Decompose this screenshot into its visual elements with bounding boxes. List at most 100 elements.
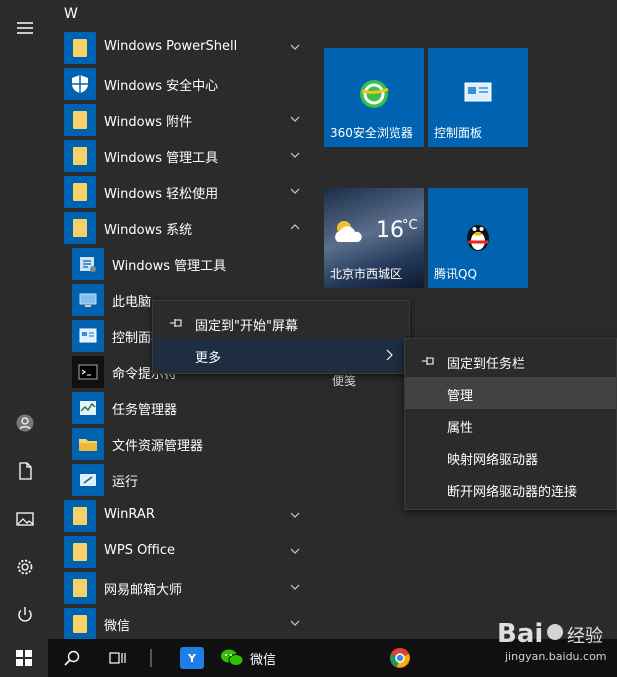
app-item-label: Windows 管理工具 [104,151,219,166]
menu-item-more[interactable]: 更多 [153,339,409,371]
control-panel-icon [464,82,492,102]
power-button[interactable] [0,595,50,635]
admin-tools-icon [72,248,104,280]
app-item-label: Windows PowerShell [104,39,238,54]
documents-button[interactable] [0,451,50,491]
menu-item-label: 管理 [447,389,474,404]
user-button[interactable] [0,403,50,443]
pictures-icon [16,512,34,526]
settings-icon [17,559,33,575]
menu-item-manage[interactable]: 管理 [405,377,616,409]
task-view-icon [109,652,126,664]
chevron-down-icon [290,584,300,590]
app-item-accessories[interactable]: Windows 附件 [50,102,312,138]
app-item-label: Windows 轻松使用 [104,187,219,202]
chevron-right-icon [386,349,393,361]
app-item-task-manager[interactable]: 任务管理器 [50,390,312,426]
chrome-icon [390,648,410,668]
app-item-label: 微信 [104,619,131,634]
menu-item-label: 映射网络驱动器 [447,453,539,468]
tile-360-browser[interactable]: 360安全浏览器 [324,48,424,147]
pin-icon [422,357,434,365]
shield-icon [64,68,96,100]
menu-item-pin-taskbar[interactable]: 固定到任务栏 [405,345,616,377]
chevron-down-icon [290,44,300,50]
app-item-label: Windows 安全中心 [104,79,219,94]
baidu-jingyan-watermark: Bai 经验 jingyan.baidu.com [497,619,607,663]
chevron-down-icon [290,188,300,194]
run-icon [72,464,104,496]
app-item-label: 任务管理器 [112,403,178,418]
menu-item-disconnect-drive[interactable]: 断开网络驱动器的连接 [405,473,616,505]
windows-logo-icon [16,650,32,666]
tile-sticky-notes-label[interactable]: 便笺 [332,372,356,389]
app-item-powershell[interactable]: Windows PowerShell [50,30,312,66]
menu-item-properties[interactable]: 属性 [405,409,616,441]
app-item-wechat[interactable]: 微信 [50,606,312,642]
folder-icon [64,32,96,64]
tile-label: 腾讯QQ [434,267,477,281]
settings-button[interactable] [0,547,50,587]
tile-weather[interactable]: 16 °C 北京市西城区 [324,188,424,288]
app-item-admin-tools-folder[interactable]: Windows 管理工具 [50,138,312,174]
menu-item-map-drive[interactable]: 映射网络驱动器 [405,441,616,473]
document-icon [19,462,32,480]
chevron-down-icon [290,116,300,122]
tile-qq[interactable]: 腾讯QQ [428,188,528,288]
menu-item-label: 更多 [195,351,222,366]
task-view-button[interactable] [98,639,138,677]
app-item-file-explorer[interactable]: 文件资源管理器 [50,426,312,462]
task-manager-icon [72,392,104,424]
control-panel-icon [72,320,104,352]
folder-icon [64,536,96,568]
app-item-label: Windows 附件 [104,115,193,130]
app-item-admin-tools[interactable]: Windows 管理工具 [50,246,312,282]
svg-text:经验: 经验 [567,626,603,647]
chevron-down-icon [290,152,300,158]
app-item-label: WPS Office [104,543,176,558]
menu-item-label: 固定到"开始"屏幕 [195,319,298,334]
tile-label: 360安全浏览器 [330,126,413,140]
app-item-winrar[interactable]: WinRAR [50,498,312,534]
taskbar-app-label: 微信 [250,652,277,668]
weather-city: 北京市西城区 [330,267,403,281]
power-icon [18,607,32,622]
app-item-ease-of-access[interactable]: Windows 轻松使用 [50,174,312,210]
pictures-button[interactable] [0,499,50,539]
hamburger-button[interactable] [0,8,50,48]
menu-item-pin-start[interactable]: 固定到"开始"屏幕 [153,307,409,339]
submenu-more: 固定到任务栏 管理 属性 映射网络驱动器 断开网络驱动器的连接 [404,338,617,510]
taskbar-app-yc[interactable]: Y [174,639,210,677]
app-item-label: Windows 管理工具 [112,259,227,274]
weather-unit: °C [402,218,418,233]
folder-icon [64,608,96,640]
app-item-netease-mail[interactable]: 网易邮箱大师 [50,570,312,606]
menu-item-label: 固定到任务栏 [447,357,526,372]
search-icon [64,650,80,666]
app-item-windows-system[interactable]: Windows 系统 [50,210,312,246]
chevron-down-icon [290,620,300,626]
computer-icon [72,284,104,316]
taskbar-separator [150,649,152,667]
search-button[interactable] [52,639,92,677]
start-button[interactable] [0,639,48,677]
yc-app-icon: Y [180,647,204,669]
folder-icon [64,500,96,532]
taskbar-app-chrome[interactable] [386,639,414,677]
folder-icon [64,140,96,172]
start-rail [0,0,50,639]
taskbar-app-wechat[interactable]: 微信 [220,639,286,677]
menu-item-label: 断开网络驱动器的连接 [447,485,578,500]
section-letter-w[interactable]: W [64,6,78,22]
app-item-label: 文件资源管理器 [112,439,204,454]
qq-penguin-icon [467,225,489,251]
folder-icon [64,572,96,604]
folder-icon [64,104,96,136]
folder-icon [64,176,96,208]
tile-control-panel[interactable]: 控制面板 [428,48,528,147]
pin-icon [170,319,182,327]
app-item-run[interactable]: 运行 [50,462,312,498]
app-item-wps[interactable]: WPS Office [50,534,312,570]
app-item-label: 网易邮箱大师 [104,583,183,598]
app-item-security-center[interactable]: Windows 安全中心 [50,66,312,102]
